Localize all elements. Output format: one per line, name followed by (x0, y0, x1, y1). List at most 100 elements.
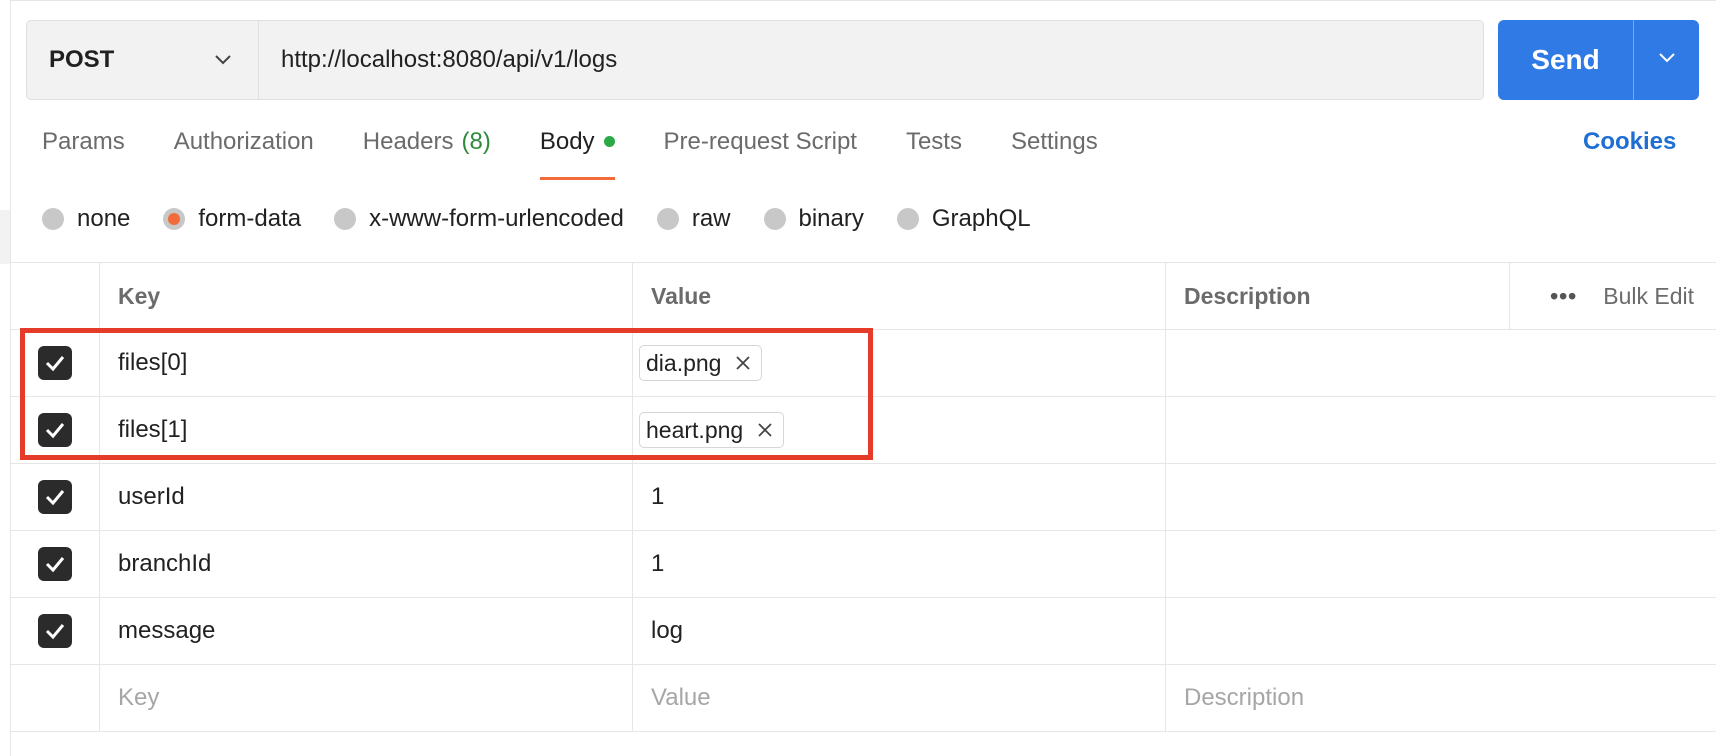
tab-authorization[interactable]: Authorization (174, 128, 314, 180)
radio-binary[interactable]: binary (763, 205, 864, 233)
check-icon (45, 624, 64, 640)
close-icon[interactable] (735, 355, 751, 371)
table-row: branchId 1 (10, 531, 1716, 598)
radio-label: GraphQL (931, 205, 1031, 232)
request-bar: POST http://localhost:8080/api/v1/logs (26, 20, 1484, 100)
row-checkbox[interactable] (37, 480, 72, 514)
description-field[interactable] (1166, 531, 1716, 597)
radio-label: none (77, 205, 131, 232)
row-check-cell (10, 598, 100, 664)
header-value: Value (633, 263, 1166, 329)
request-tabs: Params Authorization Headers (8) Body Pre… (42, 128, 1147, 180)
value-field[interactable]: heart.png (633, 397, 1166, 463)
tab-label: Settings (1010, 128, 1098, 155)
table-row: userId 1 (10, 464, 1716, 531)
tab-label: Tests (905, 128, 962, 155)
bulk-edit-link[interactable]: Bulk Edit (1603, 283, 1694, 310)
key-field[interactable]: files[0] (100, 330, 633, 396)
value-field[interactable]: 1 (633, 464, 1166, 530)
send-button[interactable]: Send (1498, 20, 1634, 100)
tab-label: Params (42, 128, 125, 155)
radio-circle (763, 208, 786, 230)
tab-label: Headers (362, 128, 454, 155)
bulk-edit-area: ••• Bulk Edit (1510, 263, 1716, 329)
radio-circle (896, 208, 919, 230)
file-chip: dia.png (639, 345, 763, 381)
header-key: Key (100, 263, 633, 329)
row-checkbox[interactable] (37, 547, 72, 581)
url-input[interactable]: http://localhost:8080/api/v1/logs (259, 21, 1483, 99)
radio-graphql[interactable]: GraphQL (896, 205, 1031, 233)
radio-label: form-data (198, 205, 302, 232)
key-field[interactable]: userId (100, 464, 633, 530)
method-label: POST (49, 46, 115, 73)
key-field[interactable]: message (100, 598, 633, 664)
description-field[interactable] (1166, 598, 1716, 664)
header-description: Description (1166, 263, 1510, 329)
header-check-cell (10, 263, 100, 329)
tab-headers[interactable]: Headers (8) (363, 128, 491, 180)
radio-none[interactable]: none (42, 205, 130, 233)
row-checkbox[interactable] (37, 614, 72, 648)
method-select[interactable]: POST (27, 21, 259, 99)
table-row: files[0] dia.png (10, 330, 1716, 397)
tab-body[interactable]: Body (539, 128, 615, 180)
new-key-input[interactable]: Key (100, 665, 633, 731)
key-field[interactable]: branchId (100, 531, 633, 597)
check-icon (45, 423, 64, 439)
row-check-cell (10, 464, 100, 530)
tab-settings[interactable]: Settings (1011, 128, 1098, 180)
side-strip (0, 210, 10, 264)
description-field[interactable] (1166, 330, 1716, 396)
check-icon (45, 356, 64, 372)
close-icon[interactable] (757, 422, 773, 438)
row-check-cell (10, 665, 100, 731)
radio-label: binary (798, 205, 864, 232)
form-data-table: Key Value Description ••• Bulk Edit file… (10, 262, 1716, 732)
tab-label: Pre-request Script (663, 128, 857, 155)
value-field[interactable]: 1 (633, 531, 1166, 597)
chevron-down-icon (212, 49, 234, 71)
row-checkbox[interactable] (37, 413, 72, 447)
description-field[interactable] (1166, 397, 1716, 463)
body-type-radios: none form-data x-www-form-urlencoded raw… (42, 205, 1064, 233)
table-row: files[1] heart.png (10, 397, 1716, 464)
radio-label: raw (691, 205, 731, 232)
value-field[interactable]: log (633, 598, 1166, 664)
table-row: message log (10, 598, 1716, 665)
table-header-row: Key Value Description ••• Bulk Edit (10, 262, 1716, 330)
tab-pre-request-script[interactable]: Pre-request Script (664, 128, 857, 180)
radio-label: x-www-form-urlencoded (369, 205, 624, 232)
row-check-cell (10, 330, 100, 396)
tab-label: Body (539, 128, 595, 155)
radio-raw[interactable]: raw (656, 205, 731, 233)
key-field[interactable]: files[1] (100, 397, 633, 463)
cookies-link[interactable]: Cookies (1583, 128, 1676, 156)
row-check-cell (10, 531, 100, 597)
body-indicator-dot (603, 136, 615, 147)
headers-count: (8) (461, 128, 491, 155)
chevron-down-icon (1658, 51, 1676, 69)
row-checkbox[interactable] (37, 346, 72, 380)
tab-label: Authorization (173, 128, 314, 155)
radio-circle (656, 208, 679, 230)
radio-form-data[interactable]: form-data (163, 205, 301, 233)
file-chip: heart.png (639, 412, 785, 448)
radio-x-www-form-urlencoded[interactable]: x-www-form-urlencoded (334, 205, 624, 233)
new-value-input[interactable]: Value (633, 665, 1166, 731)
check-icon (45, 557, 64, 573)
tab-tests[interactable]: Tests (906, 128, 962, 180)
radio-circle-selected (163, 208, 186, 230)
tab-params[interactable]: Params (42, 128, 125, 180)
send-dropdown-button[interactable] (1634, 20, 1699, 100)
file-name: dia.png (646, 349, 722, 376)
new-description-input[interactable]: Description (1166, 665, 1716, 731)
file-name: heart.png (646, 416, 744, 443)
send-button-group: Send (1498, 20, 1699, 100)
value-field[interactable]: dia.png (633, 330, 1166, 396)
new-row: Key Value Description (10, 665, 1716, 732)
more-options-icon[interactable]: ••• (1550, 283, 1577, 310)
description-field[interactable] (1166, 464, 1716, 530)
radio-circle (334, 208, 357, 230)
check-icon (45, 490, 64, 506)
